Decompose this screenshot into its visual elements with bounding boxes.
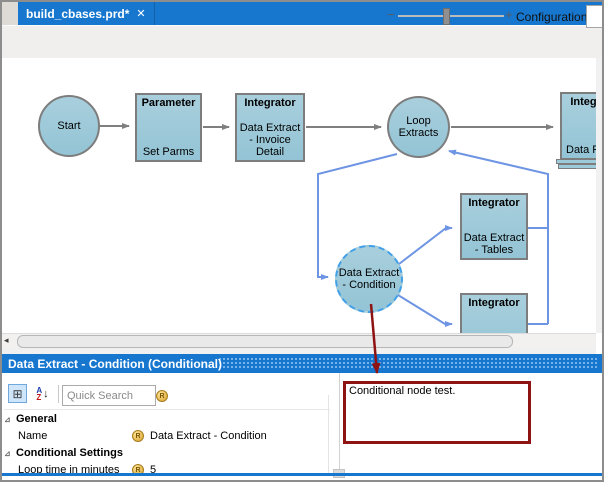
node-loop-extracts[interactable]: Loop Extracts — [387, 96, 450, 158]
node-integrator-right[interactable]: Integrator Data P — [560, 92, 596, 160]
sort-alphabetical-button[interactable]: AZ ↓ — [31, 384, 54, 403]
panel-header-dots — [218, 357, 598, 370]
close-icon[interactable]: ✕ — [136, 7, 145, 20]
collapse-icon[interactable]: ⊿ — [4, 449, 16, 458]
app-window: build_cbases.prd* ✕ − + Configuration: S… — [0, 0, 604, 482]
property-value-name[interactable]: Data Extract - Condition — [150, 430, 267, 442]
node-integrator-tables[interactable]: Integrator Data Extract - Tables — [460, 193, 528, 260]
sort-arrow-icon: ↓ — [43, 388, 49, 400]
node-start[interactable]: Start — [38, 95, 100, 157]
node-parameter[interactable]: Parameter Set Parms — [135, 93, 202, 162]
grid-top-line — [4, 409, 330, 410]
property-row-name: Name R Data Extract - Condition — [4, 428, 334, 444]
configuration-label: Configuration: — [516, 10, 591, 24]
zoom-slider-track[interactable] — [398, 15, 504, 17]
node-integrator-bottom[interactable]: Integrator — [460, 293, 528, 333]
annotation-text-box[interactable]: Conditional node test. — [343, 381, 531, 444]
zoom-out-button[interactable]: − — [387, 6, 395, 24]
canvas-vertical-scrollbar[interactable] — [596, 58, 602, 333]
panel-divider — [339, 373, 340, 473]
quick-search-input[interactable] — [62, 385, 156, 406]
tab-title: build_cbases.prd* — [26, 7, 129, 21]
tab-bar-notch — [2, 2, 18, 25]
annotation-text: Conditional node test. — [349, 385, 455, 397]
diagram-canvas[interactable]: Start Parameter Set Parms Integrator Dat… — [2, 58, 596, 333]
category-row-conditional-settings[interactable]: ⊿ Conditional Settings — [4, 445, 334, 461]
scroll-left-arrow-icon[interactable]: ◂ — [4, 335, 9, 346]
categorize-icon: ⊞ — [12, 387, 22, 401]
sort-az-icon: AZ — [36, 387, 42, 401]
horizontal-scrollbar-thumb[interactable] — [17, 335, 513, 348]
zoom-slider-thumb[interactable] — [443, 8, 450, 25]
grid-right-line — [328, 395, 329, 473]
node-integrator-right-stack — [558, 164, 596, 169]
panel-bottom-border — [2, 473, 602, 476]
zoom-toolbar — [2, 25, 602, 60]
toolbar-separator — [58, 385, 59, 403]
categorize-view-button[interactable]: ⊞ — [8, 384, 27, 403]
panel-header-title: Data Extract - Condition (Conditional) — [8, 357, 222, 371]
node-data-extract-condition[interactable]: Data Extract - Condition — [335, 245, 403, 313]
configuration-dropdown[interactable] — [586, 5, 604, 28]
coin-icon: R — [156, 390, 168, 402]
tab-build-cbases[interactable]: build_cbases.prd* ✕ — [18, 2, 155, 25]
category-row-general[interactable]: ⊿ General — [4, 411, 334, 427]
collapse-icon[interactable]: ⊿ — [4, 415, 16, 424]
zoom-in-button[interactable]: + — [505, 6, 513, 24]
node-integrator-invoice-detail[interactable]: Integrator Data Extract - Invoice Detail — [235, 93, 305, 162]
coin-icon: R — [132, 430, 144, 442]
